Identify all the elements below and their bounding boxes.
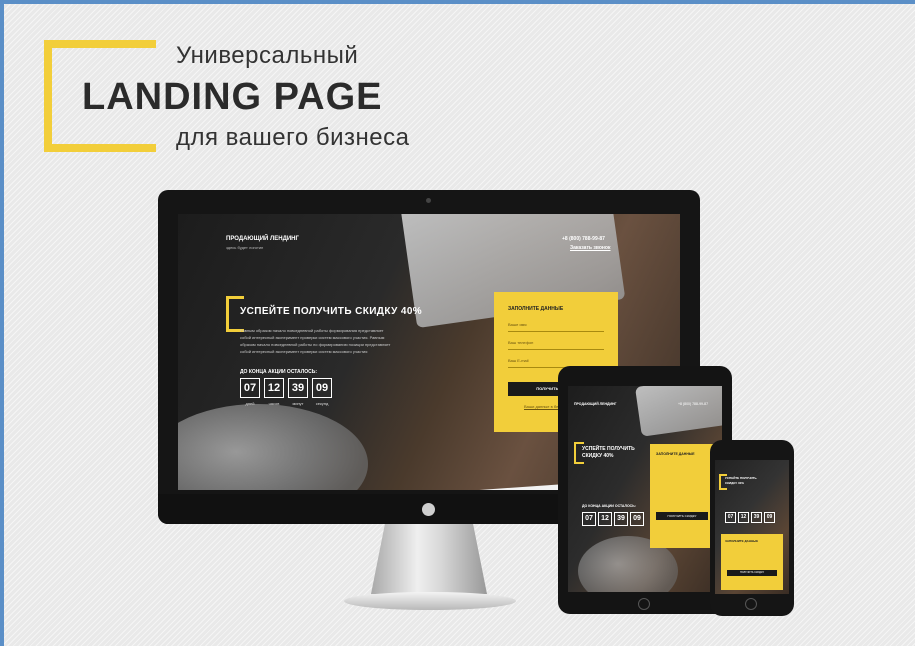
chair-photo-shape: [178, 404, 368, 490]
headline-line-2: LANDING PAGE: [82, 76, 383, 118]
tablet-countdown-hours: 12: [598, 512, 612, 526]
tablet-form-title: ЗАПОЛНИТЕ ДАННЫЕ: [656, 452, 695, 456]
site-subtitle: здесь будет логотип: [226, 245, 264, 250]
phone-submit-button[interactable]: ПОЛУЧИТЬ СКИДКУ: [727, 570, 777, 576]
callback-link[interactable]: Заказать звонок: [570, 245, 611, 251]
body-text-line-2: собой интересный эксперимент проверки си…: [240, 335, 385, 340]
tablet-phone: +8 (800) 788-99-87: [678, 402, 709, 406]
phone-screen: УСПЕЙТЕ ПОЛУЧИТЬ СКИДКУ 40% 07 12 39 09 …: [715, 460, 789, 594]
tablet-screen: ПРОДАЮЩИЙ ЛЕНДИНГ +8 (800) 788-99-87 УСП…: [568, 386, 722, 592]
body-text-line-1: Равным образом начало повседневной работ…: [240, 328, 384, 333]
phone-home-button: [745, 598, 757, 610]
tablet-home-button: [638, 598, 650, 610]
bracket-top-end: [144, 40, 156, 48]
offer-heading: УСПЕЙТЕ ПОЛУЧИТЬ СКИДКУ 40%: [240, 306, 423, 317]
countdown-hours: 12: [264, 378, 284, 398]
phone-number: +8 (800) 788-99-87: [562, 236, 605, 242]
countdown-days-label: дней: [245, 401, 255, 406]
bracket-bottom-end: [144, 144, 156, 152]
phone-form-card: ЗАПОЛНИТЕ ДАННЫЕ ПОЛУЧИТЬ СКИДКУ: [721, 534, 783, 590]
countdown-minutes-label: минут: [292, 401, 304, 406]
monitor-stand-base: [344, 592, 516, 610]
countdown-seconds: 09: [312, 378, 332, 398]
laptop-photo-shape: [635, 386, 722, 437]
phone-countdown-seconds: 09: [764, 512, 775, 523]
apple-logo-icon: [422, 503, 435, 516]
tablet-device: ПРОДАЮЩИЙ ЛЕНДИНГ +8 (800) 788-99-87 УСП…: [558, 366, 732, 614]
countdown-minutes: 39: [288, 378, 308, 398]
tablet-offer-line-2: СКИДКУ 40%: [582, 453, 614, 459]
countdown-hours-label: часов: [268, 401, 280, 406]
monitor-stand: [371, 524, 487, 594]
tablet-form-card: ЗАПОЛНИТЕ ДАННЫЕ ПОЛУЧИТЬ СКИДКУ: [650, 444, 714, 548]
phone-device: УСПЕЙТЕ ПОЛУЧИТЬ СКИДКУ 40% 07 12 39 09 …: [710, 440, 794, 616]
tablet-countdown-seconds: 09: [630, 512, 644, 526]
countdown-days: 07: [240, 378, 260, 398]
phone-countdown-minutes: 39: [751, 512, 762, 523]
tablet-submit-button[interactable]: ПОЛУЧИТЬ СКИДКУ: [656, 512, 708, 520]
phone-countdown-hours: 12: [738, 512, 749, 523]
headline-line-3: для вашего бизнеса: [176, 124, 410, 151]
body-text-line-3: образом начало повседневной работы по фо…: [240, 342, 391, 347]
phone-offer-line-2: СКИДКУ 40%: [725, 481, 744, 485]
tablet-offer-line-1: УСПЕЙТЕ ПОЛУЧИТЬ: [582, 446, 635, 452]
phone-form-title: ЗАПОЛНИТЕ ДАННЫЕ: [725, 539, 759, 543]
tablet-countdown-title: ДО КОНЦА АКЦИИ ОСТАЛОСЬ:: [582, 504, 636, 508]
body-text-line-4: собой интересный эксперимент проверки си…: [240, 349, 368, 354]
name-field[interactable]: Ваше имя: [508, 322, 604, 332]
promo-banner: Универсальный LANDING PAGE для вашего би…: [4, 4, 915, 646]
tablet-site-title: ПРОДАЮЩИЙ ЛЕНДИНГ: [574, 402, 617, 406]
site-title: ПРОДАЮЩИЙ ЛЕНДИНГ: [226, 236, 299, 242]
tablet-countdown-minutes: 39: [614, 512, 628, 526]
countdown-title: ДО КОНЦА АКЦИИ ОСТАЛОСЬ:: [240, 369, 317, 375]
phone-field[interactable]: Ваш телефон: [508, 340, 604, 350]
monitor-camera: [426, 198, 431, 203]
form-title: ЗАПОЛНИТЕ ДАННЫЕ: [508, 306, 564, 312]
headline-line-1: Универсальный: [176, 42, 359, 69]
phone-countdown-days: 07: [725, 512, 736, 523]
countdown-seconds-label: секунд: [315, 401, 329, 406]
tablet-countdown-days: 07: [582, 512, 596, 526]
phone-offer-line-1: УСПЕЙТЕ ПОЛУЧИТЬ: [725, 476, 757, 480]
